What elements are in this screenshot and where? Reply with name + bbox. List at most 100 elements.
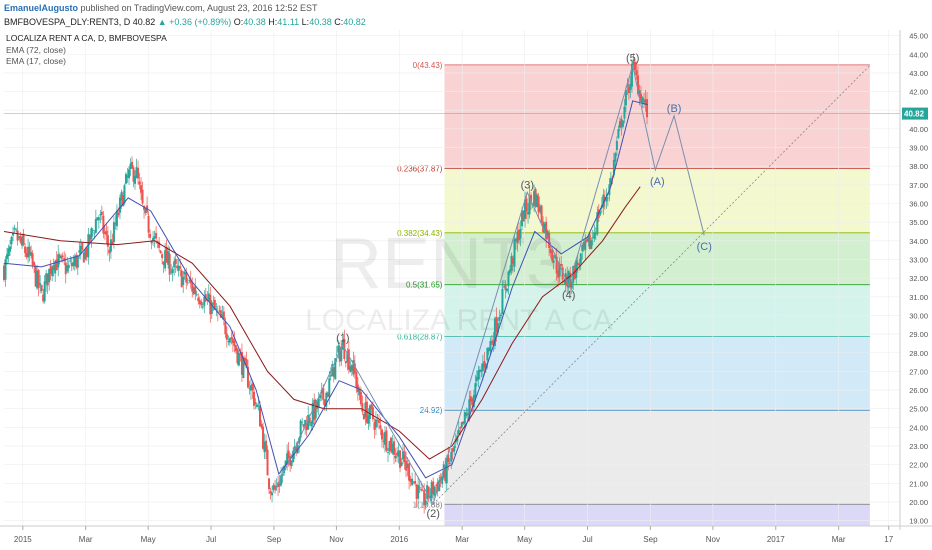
candle-body [361, 403, 364, 412]
candle-body [570, 282, 573, 289]
x-tick-label: 2016 [390, 535, 408, 544]
candle-body [635, 70, 638, 76]
candle-body [584, 240, 587, 251]
y-tick-label: 25.00 [909, 405, 928, 414]
candle-body [105, 230, 108, 236]
y-tick-label: 36.00 [909, 200, 928, 209]
candle-body [201, 306, 204, 308]
candle-body [385, 430, 388, 451]
watermark-name: LOCALIZA RENT A CA [305, 304, 613, 337]
candle-body [499, 314, 502, 317]
candle-body [102, 215, 105, 234]
y-tick-label: 44.00 [909, 50, 928, 59]
candle-body [335, 354, 338, 356]
x-tick-label: Mar [79, 535, 93, 544]
candle-body [301, 421, 304, 423]
y-tick-label: 23.00 [909, 442, 928, 451]
x-tick-label: May [141, 535, 156, 544]
candle-body [194, 286, 197, 295]
candle-body [33, 262, 36, 266]
legend-title: LOCALIZA RENT A CA, D, BMFBOVESPA [6, 33, 167, 43]
candle-body [147, 215, 150, 233]
candle-body [61, 255, 64, 257]
candle-body [159, 250, 162, 254]
candle-body [43, 281, 46, 302]
y-tick-label: 40.00 [909, 125, 928, 134]
y-tick-label: 31.00 [909, 293, 928, 302]
x-tick-label: Jul [206, 535, 216, 544]
candle-body [501, 288, 504, 315]
x-tick-label: Sep [267, 535, 282, 544]
wave-label: (2) [426, 508, 439, 520]
candle-body [377, 420, 380, 423]
candle-body [94, 219, 97, 233]
candle-body [186, 282, 189, 284]
candle-body [127, 169, 130, 179]
candle-body [623, 106, 626, 119]
candle-body [67, 264, 70, 269]
candle-body [15, 228, 18, 230]
candle-body [9, 246, 12, 252]
candle-body [400, 462, 403, 467]
y-tick-label: 24.00 [909, 423, 928, 432]
candle-body [182, 276, 185, 285]
y-tick-label: 21.00 [909, 479, 928, 488]
candle-body [424, 500, 427, 506]
fib-level-label: 24.92) [420, 406, 443, 415]
candle-body [76, 255, 79, 268]
candle-body [593, 232, 596, 239]
candle-body [69, 260, 72, 262]
candle-body [123, 185, 126, 204]
candle-body [40, 284, 43, 291]
y-tick-label: 27.00 [909, 367, 928, 376]
candle-body [24, 246, 27, 254]
x-tick-label: 2015 [14, 535, 32, 544]
candle-body [39, 283, 42, 285]
candle-body [560, 263, 563, 266]
candle-body [100, 211, 103, 215]
x-tick-label: Nov [706, 535, 720, 544]
candle-body [474, 383, 477, 399]
candle-body [254, 402, 257, 404]
legend-ema72: EMA (72, close) [6, 45, 66, 55]
candle-body [265, 440, 268, 452]
candle-body [359, 391, 362, 405]
y-tick-label: 19.00 [909, 517, 928, 526]
x-tick-label: Mar [832, 535, 846, 544]
x-tick-label: Sep [643, 535, 658, 544]
candle-body [525, 198, 528, 212]
candle-body [617, 129, 620, 138]
candle-body [519, 229, 522, 239]
wave-label: (5) [626, 52, 639, 64]
candle-body [117, 213, 120, 216]
candle-body [155, 232, 158, 239]
y-tick-label: 28.00 [909, 349, 928, 358]
candle-body [271, 492, 274, 496]
candle-body [393, 441, 396, 455]
candle-body [387, 452, 389, 453]
x-tick-label: Jul [582, 535, 592, 544]
candle-body [90, 228, 93, 239]
fib-level-label: 0(43.43) [413, 61, 443, 70]
candle-body [131, 161, 133, 169]
y-tick-label: 22.00 [909, 461, 928, 470]
candle-body [106, 235, 109, 247]
candle-body [394, 455, 397, 459]
projection-label: (C) [697, 241, 712, 253]
candle-body [22, 233, 25, 245]
price-chart[interactable]: 0(43.43)0.236(37.87)0.382(34.43)0.5(31.6… [0, 0, 932, 550]
candle-body [317, 398, 320, 408]
y-tick-label: 34.00 [909, 237, 928, 246]
wave-label: (4) [562, 290, 575, 302]
candle-body [380, 429, 383, 440]
projection-label: (A) [650, 176, 665, 188]
candle-body [10, 236, 13, 245]
candle-body [115, 210, 118, 227]
candle-body [91, 230, 94, 232]
wave-label: (1) [336, 332, 349, 344]
candle-body [540, 205, 543, 223]
x-tick-label: 17 [884, 535, 893, 544]
candle-body [224, 321, 227, 335]
candle-body [507, 271, 510, 287]
candle-body [149, 233, 152, 238]
